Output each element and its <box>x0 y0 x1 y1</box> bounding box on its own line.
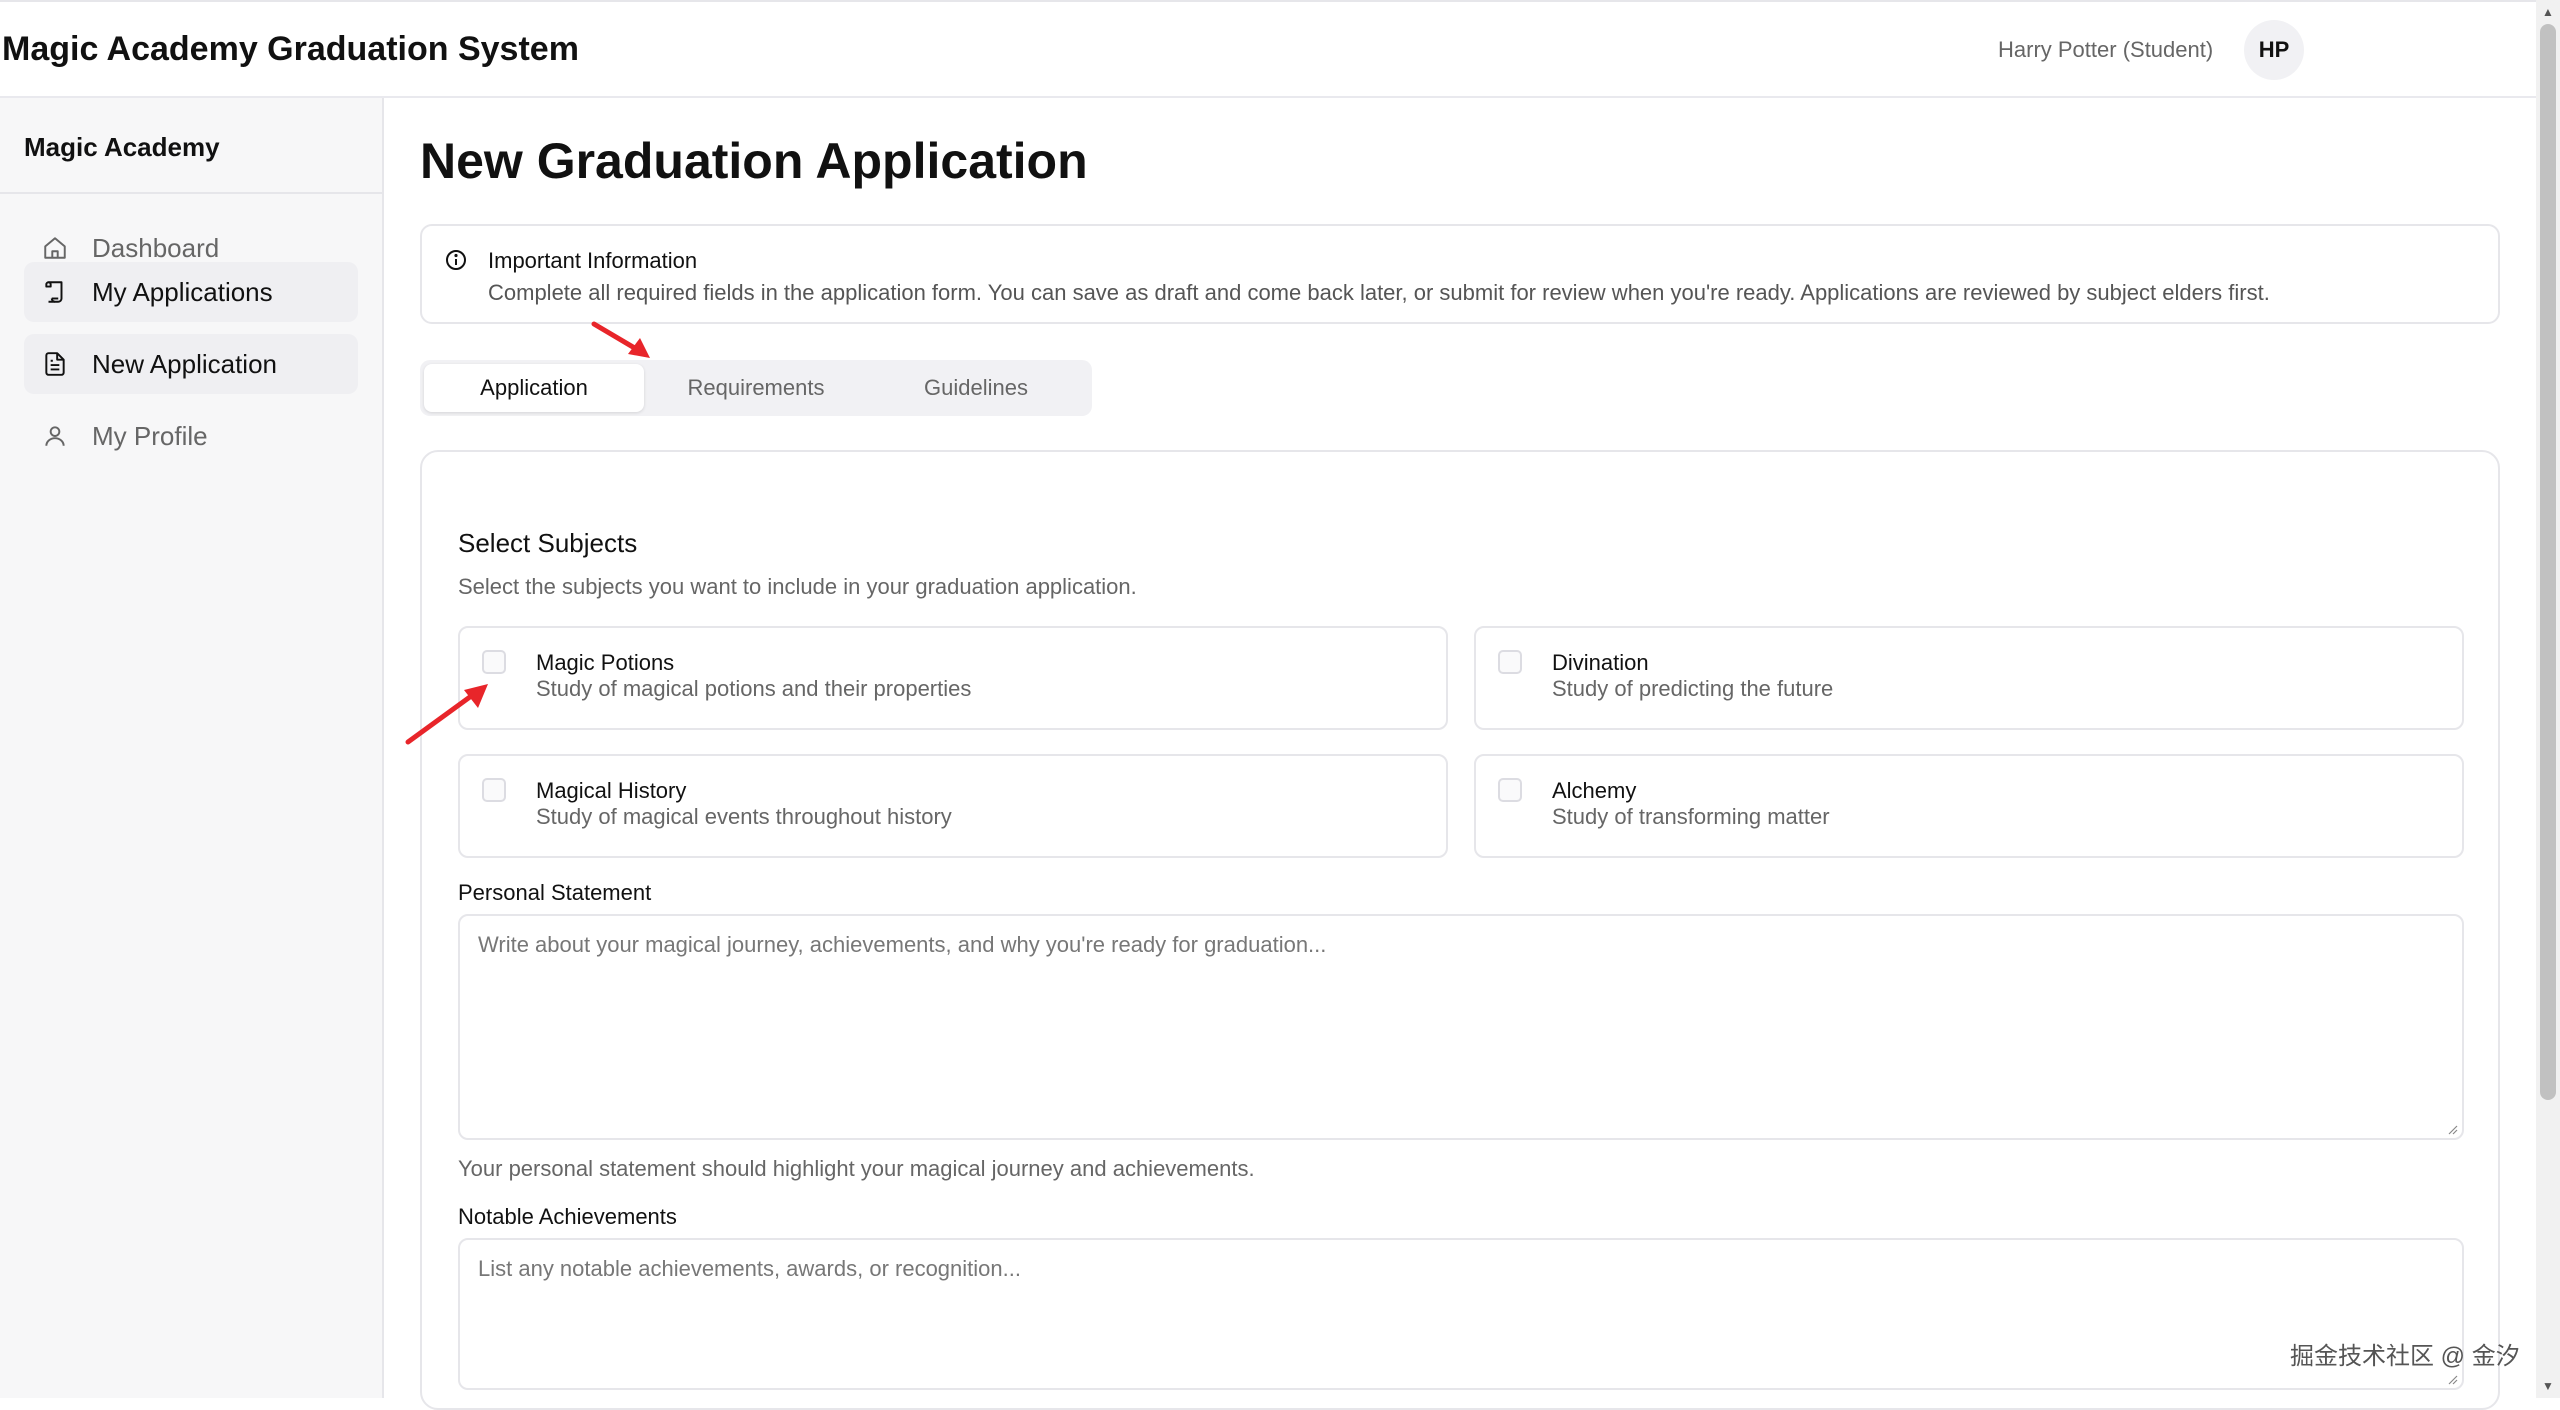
sidebar-item-my-applications[interactable]: My Applications <box>24 262 358 322</box>
sidebar-item-label: New Application <box>92 348 277 379</box>
textarea-placeholder: List any notable achievements, awards, o… <box>478 1256 1021 1281</box>
scroll-down-icon[interactable]: ▼ <box>2536 1374 2560 1398</box>
home-icon <box>40 233 70 263</box>
subject-checkbox[interactable] <box>482 778 506 802</box>
sidebar: Magic Academy Dashboard My Applications … <box>0 98 384 1398</box>
subject-name: Magic Potions <box>536 650 675 675</box>
notable-achievements-label: Notable Achievements <box>458 1204 677 1229</box>
file-text-icon <box>40 349 70 379</box>
subject-card-magical-history[interactable]: Magical History Study of magical events … <box>458 754 1448 858</box>
tab-requirements[interactable]: Requirements <box>646 364 866 412</box>
subject-checkbox[interactable] <box>1498 650 1522 674</box>
sidebar-brand: Magic Academy <box>24 132 220 162</box>
personal-statement-label: Personal Statement <box>458 880 652 905</box>
sidebar-item-label: My Applications <box>92 276 273 307</box>
info-text: Complete all required fields in the appl… <box>488 280 2270 305</box>
subject-checkbox[interactable] <box>482 650 506 674</box>
scroll-icon <box>40 277 70 307</box>
info-title: Important Information <box>488 248 698 273</box>
subject-name: Magical History <box>536 778 687 803</box>
resize-handle-icon[interactable] <box>2446 1372 2458 1385</box>
application-form: Select Subjects Select the subjects you … <box>420 450 2500 1410</box>
resize-handle-icon[interactable] <box>2446 1122 2458 1135</box>
watermark: 掘金技术社区 @ 金汐 <box>2290 1343 2520 1370</box>
sidebar-item-my-profile[interactable]: My Profile <box>24 406 358 466</box>
subject-name: Alchemy <box>1552 778 1637 803</box>
subject-description: Study of transforming matter <box>1552 804 1830 829</box>
subject-card-magic-potions[interactable]: Magic Potions Study of magical potions a… <box>458 626 1448 730</box>
subject-name: Divination <box>1552 650 1649 675</box>
personal-statement-textarea[interactable]: Write about your magical journey, achiev… <box>458 914 2464 1140</box>
scroll-up-icon[interactable]: ▲ <box>2536 0 2560 24</box>
tab-guidelines[interactable]: Guidelines <box>866 364 1086 412</box>
subject-card-alchemy[interactable]: Alchemy Study of transforming matter <box>1474 754 2464 858</box>
avatar[interactable]: HP <box>2244 20 2304 80</box>
page-title: New Graduation Application <box>420 133 1088 189</box>
subject-description: Study of magical potions and their prope… <box>536 676 972 701</box>
sidebar-item-label: My Profile <box>92 420 208 451</box>
top-bar: Magic Academy Graduation System Harry Po… <box>0 0 2536 98</box>
sidebar-item-new-application[interactable]: New Application <box>24 334 358 394</box>
sidebar-divider <box>0 192 382 194</box>
page-scrollbar[interactable]: ▲ ▼ <box>2536 0 2560 1398</box>
info-alert: Important Information Complete all requi… <box>420 224 2500 324</box>
subject-card-divination[interactable]: Divination Study of predicting the futur… <box>1474 626 2464 730</box>
section-title: Select Subjects <box>458 528 638 558</box>
annotation-arrow-icon <box>405 684 488 745</box>
textarea-placeholder: Write about your magical journey, achiev… <box>478 932 1327 957</box>
subject-description: Study of predicting the future <box>1552 676 1834 701</box>
tab-list: Application Requirements Guidelines <box>420 360 1092 416</box>
app-title: Magic Academy Graduation System <box>2 30 579 68</box>
notable-achievements-textarea[interactable]: List any notable achievements, awards, o… <box>458 1238 2464 1390</box>
annotation-arrow-icon <box>591 321 650 358</box>
sidebar-item-label: Dashboard <box>92 232 220 263</box>
user-icon <box>40 421 70 451</box>
subject-description: Study of magical events throughout histo… <box>536 804 952 829</box>
scroll-thumb[interactable] <box>2540 24 2556 1100</box>
user-name: Harry Potter (Student) <box>1998 37 2214 62</box>
subject-checkbox[interactable] <box>1498 778 1522 802</box>
personal-statement-help: Your personal statement should highlight… <box>458 1156 1255 1181</box>
tab-application[interactable]: Application <box>424 364 644 412</box>
info-icon <box>444 248 470 274</box>
section-description: Select the subjects you want to include … <box>458 574 1137 599</box>
